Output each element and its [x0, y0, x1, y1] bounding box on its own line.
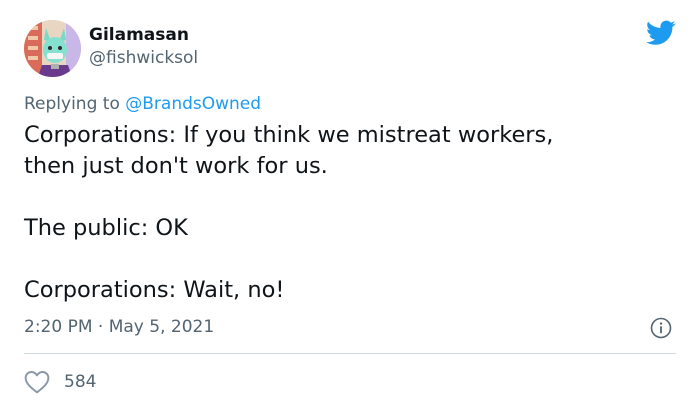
tweet-line-break	[24, 244, 674, 275]
heart-icon	[24, 371, 50, 394]
avatar-image	[24, 19, 81, 77]
info-icon[interactable]	[650, 317, 672, 339]
tweet-timestamp[interactable]: 2:20 PM · May 5, 2021	[24, 316, 214, 338]
replying-to: Replying to @BrandsOwned	[24, 93, 261, 115]
tweet-line-break	[24, 182, 674, 213]
tweet-text: Corporations: If you think we mistreat w…	[24, 120, 674, 306]
like-button[interactable]: 584	[24, 368, 96, 396]
author-handle[interactable]: @fishwicksol	[89, 47, 198, 70]
replying-prefix: Replying to	[24, 94, 126, 114]
divider	[24, 353, 676, 354]
author-names: Gilamasan @fishwicksol	[89, 24, 198, 70]
tweet-card: Gilamasan @fishwicksol Replying to @Bran…	[0, 0, 700, 409]
tweet-line: The public: OK	[24, 215, 188, 241]
tweet-line: then just don't work for us.	[24, 153, 328, 179]
reply-mention-link[interactable]: @BrandsOwned	[125, 94, 261, 114]
like-count: 584	[64, 372, 97, 392]
tweet-line: Corporations: Wait, no!	[24, 277, 285, 303]
author-display-name[interactable]: Gilamasan	[89, 24, 198, 47]
tweet-line: Corporations: If you think we mistreat w…	[24, 122, 554, 148]
avatar[interactable]	[24, 19, 81, 77]
tweet-header: Gilamasan @fishwicksol	[24, 17, 198, 79]
twitter-bird-icon[interactable]	[646, 20, 676, 46]
